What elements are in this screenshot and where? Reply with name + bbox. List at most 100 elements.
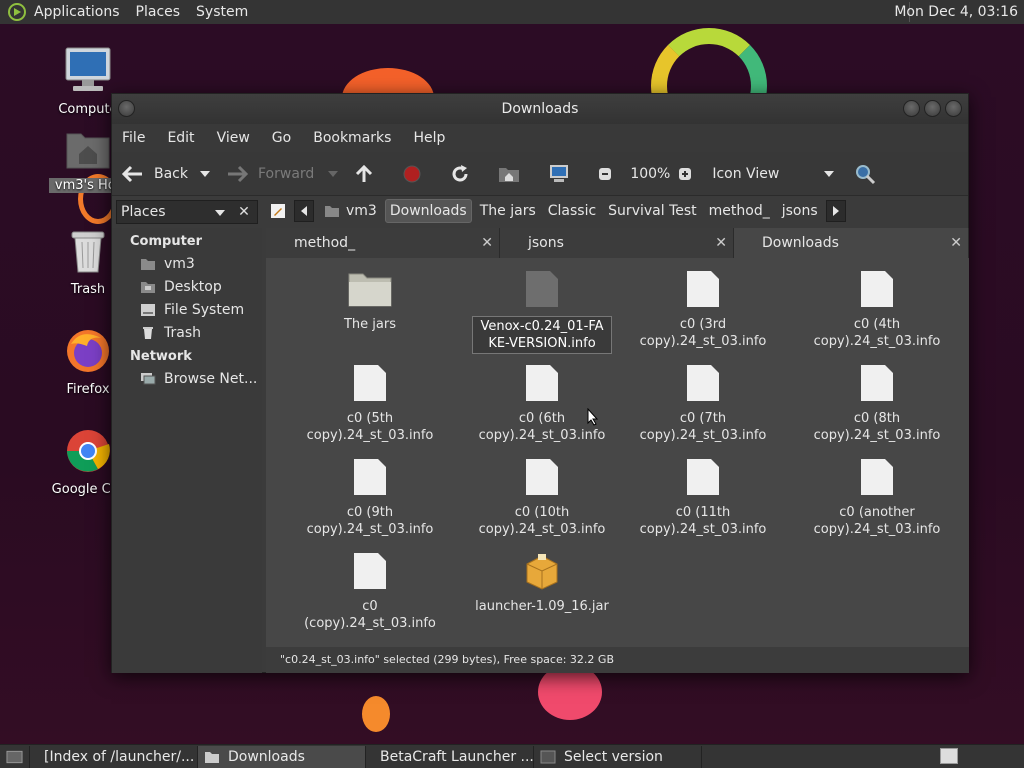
file-item[interactable]: c0 (11th copy).24_st_03.info bbox=[628, 458, 778, 538]
view-mode-dropdown-icon[interactable] bbox=[824, 170, 835, 177]
file-name: The jars bbox=[343, 317, 396, 332]
file-icon bbox=[861, 365, 893, 401]
status-bar: "c0.24_st_03.info" selected (299 bytes),… bbox=[266, 647, 969, 673]
show-desktop-button[interactable] bbox=[0, 745, 30, 768]
taskbar-item-chrome[interactable]: [Index of /launcher/... bbox=[30, 745, 198, 768]
tab-close-icon[interactable]: ✕ bbox=[481, 228, 493, 258]
reload-button[interactable] bbox=[450, 164, 480, 184]
file-item[interactable]: c0 (5th copy).24_st_03.info bbox=[295, 364, 445, 444]
clock[interactable]: Mon Dec 4, 03:16 bbox=[894, 4, 1018, 20]
zoom-out-icon bbox=[599, 167, 612, 180]
computer-button[interactable] bbox=[548, 164, 580, 184]
tab-downloads[interactable]: Downloads ✕ bbox=[734, 228, 969, 258]
file-name: c0 (9th copy).24_st_03.info bbox=[306, 505, 434, 537]
tab-method[interactable]: method_ ✕ bbox=[266, 228, 500, 258]
sidebar-item-vm3[interactable]: vm3 bbox=[140, 256, 195, 272]
tab-jsons[interactable]: jsons ✕ bbox=[500, 228, 734, 258]
maximize-button[interactable] bbox=[924, 100, 941, 117]
menu-view[interactable]: View bbox=[217, 130, 250, 146]
sidebar-item-label: Trash bbox=[164, 325, 201, 341]
path-scroll-right[interactable] bbox=[825, 200, 846, 222]
file-item-the-jars[interactable]: The jars bbox=[295, 270, 445, 333]
bottom-panel: [Index of /launcher/... Downloads BetaCr… bbox=[0, 744, 1024, 768]
file-item[interactable]: c0 (7th copy).24_st_03.info bbox=[628, 364, 778, 444]
forward-button[interactable]: Forward bbox=[226, 165, 314, 183]
taskbar-item-label: Downloads bbox=[228, 748, 305, 765]
search-button[interactable] bbox=[854, 163, 886, 185]
file-item[interactable]: c0 (4th copy).24_st_03.info bbox=[802, 270, 952, 350]
file-icon bbox=[687, 459, 719, 495]
sidebar-heading-network: Network bbox=[130, 349, 192, 364]
firefox-icon bbox=[67, 330, 109, 372]
top-panel: Applications Places System Mon Dec 4, 03… bbox=[0, 0, 1024, 24]
up-button[interactable] bbox=[354, 164, 384, 184]
sidebar-close-button[interactable]: ✕ bbox=[233, 200, 255, 224]
crumb-downloads[interactable]: Downloads bbox=[384, 199, 472, 223]
menu-places[interactable]: Places bbox=[136, 4, 181, 20]
menu-applications[interactable]: Applications bbox=[34, 4, 120, 20]
crumb-survival-test[interactable]: Survival Test bbox=[604, 200, 700, 222]
back-button[interactable]: Back bbox=[122, 165, 188, 183]
mouse-cursor-icon bbox=[587, 408, 599, 426]
taskbar-item-downloads[interactable]: Downloads bbox=[198, 745, 366, 768]
path-scroll-left[interactable] bbox=[294, 200, 314, 222]
zoom-in-button[interactable] bbox=[678, 167, 702, 181]
file-item[interactable]: c0 (another copy).24_st_03.info bbox=[802, 458, 952, 538]
file-item-jar[interactable]: launcher-1.09_16.jar bbox=[467, 552, 617, 615]
file-item[interactable]: c0 (copy).24_st_03.info bbox=[295, 552, 445, 632]
taskbar-item-select-version[interactable]: Select version bbox=[534, 745, 702, 768]
crumb-jsons[interactable]: jsons bbox=[778, 200, 822, 222]
file-item[interactable]: c0 (8th copy).24_st_03.info bbox=[802, 364, 952, 444]
taskbar-item-betacraft[interactable]: BetaCraft Launcher ... bbox=[366, 745, 534, 768]
menu-edit[interactable]: Edit bbox=[167, 130, 194, 146]
reload-icon bbox=[452, 164, 468, 181]
menu-go[interactable]: Go bbox=[272, 130, 291, 146]
file-item[interactable]: c0 (9th copy).24_st_03.info bbox=[295, 458, 445, 538]
window-menu-button[interactable] bbox=[118, 100, 135, 117]
crumb-vm3[interactable]: vm3 bbox=[320, 200, 381, 222]
file-item[interactable]: c0 (10th copy).24_st_03.info bbox=[467, 458, 617, 538]
back-history-dropdown[interactable] bbox=[200, 170, 210, 177]
workspace-switcher[interactable] bbox=[940, 748, 958, 764]
window-titlebar[interactable]: Downloads bbox=[112, 94, 968, 124]
zoom-out-button[interactable] bbox=[598, 167, 622, 181]
minimize-button[interactable] bbox=[903, 100, 920, 117]
tab-close-icon[interactable]: ✕ bbox=[715, 228, 727, 258]
home-icon bbox=[499, 167, 520, 182]
location-edit-toggle[interactable] bbox=[268, 200, 288, 222]
menu-help[interactable]: Help bbox=[413, 130, 445, 146]
zoom-level[interactable]: 100% bbox=[630, 166, 670, 182]
menu-system[interactable]: System bbox=[196, 4, 248, 20]
menu-file[interactable]: File bbox=[122, 130, 145, 146]
file-item[interactable]: c0 (3rd copy).24_st_03.info bbox=[628, 270, 778, 350]
forward-history-dropdown[interactable] bbox=[328, 170, 339, 177]
tab-close-icon[interactable]: ✕ bbox=[950, 228, 962, 258]
home-button[interactable] bbox=[498, 165, 530, 183]
close-button[interactable] bbox=[945, 100, 962, 117]
sidebar-item-browse-network[interactable]: Browse Net... bbox=[140, 371, 257, 387]
desktop-folder-icon bbox=[141, 282, 155, 293]
menu-bookmarks[interactable]: Bookmarks bbox=[313, 130, 391, 146]
sidebar-item-trash[interactable]: Trash bbox=[140, 325, 201, 341]
arrow-right-icon bbox=[228, 165, 248, 182]
rename-input[interactable]: Venox-c0.24_01-FAKE-VERSION.info bbox=[472, 316, 612, 354]
crumb-the-jars[interactable]: The jars bbox=[476, 200, 540, 222]
computer-icon bbox=[65, 47, 111, 91]
trash-icon bbox=[71, 231, 105, 273]
pencil-icon bbox=[271, 204, 285, 218]
home-icon bbox=[325, 206, 339, 217]
sidebar-item-desktop[interactable]: Desktop bbox=[140, 279, 222, 295]
tab-label: method_ bbox=[294, 235, 356, 251]
crumb-method[interactable]: method_ bbox=[705, 200, 774, 222]
arrow-left-icon bbox=[122, 165, 142, 182]
stop-button[interactable] bbox=[402, 164, 432, 184]
sidebar-item-label: Browse Net... bbox=[164, 371, 258, 387]
location-pathbar: vm3 Downloads The jars Classic Survival … bbox=[268, 197, 968, 225]
file-item[interactable]: c0 (6th copy).24_st_03.info bbox=[467, 364, 617, 444]
view-mode-select[interactable]: Icon View bbox=[712, 166, 816, 182]
file-item-renaming[interactable]: Venox-c0.24_01-FAKE-VERSION.info bbox=[462, 270, 622, 354]
distro-logo-icon[interactable] bbox=[8, 3, 26, 21]
file-icon bbox=[526, 459, 558, 495]
crumb-classic[interactable]: Classic bbox=[544, 200, 600, 222]
sidebar-item-file-system[interactable]: File System bbox=[140, 302, 244, 318]
